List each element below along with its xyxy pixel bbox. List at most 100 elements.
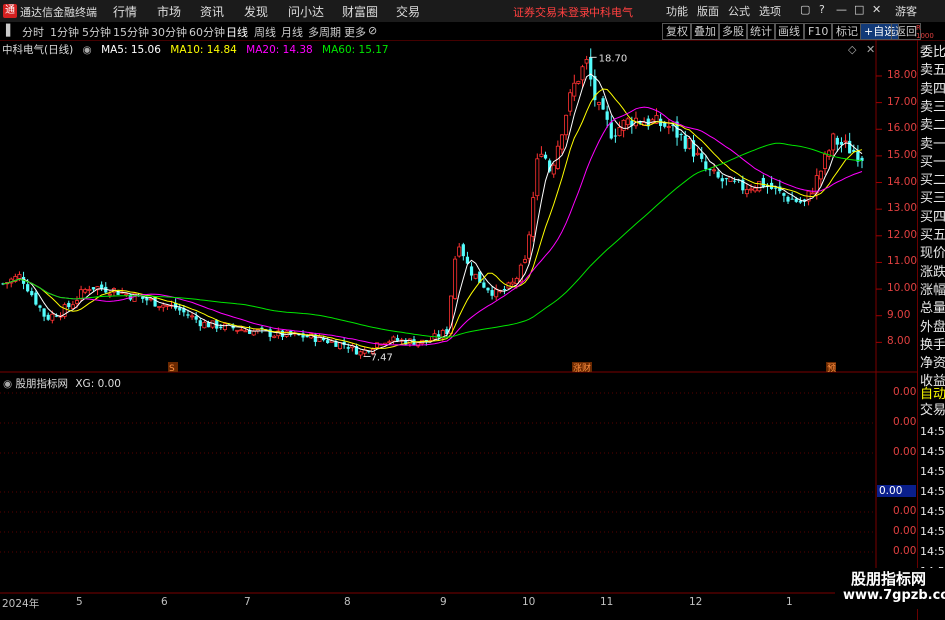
tab-30min[interactable]: 30分钟: [151, 24, 187, 40]
candle-body: [219, 326, 223, 329]
candle-body: [848, 140, 852, 154]
tab-5min[interactable]: 5分钟: [82, 24, 111, 40]
candle-body: [568, 92, 573, 112]
tab-fenshi[interactable]: 分时: [22, 24, 44, 40]
kline-chart[interactable]: 18.70 7.47 S 涨财 预: [0, 40, 917, 610]
side-time: 14:56: [920, 425, 945, 438]
side-label: 卖一: [920, 136, 945, 152]
y-tick-label: 17.00: [887, 95, 918, 108]
indicator-tick: 0.00: [893, 525, 917, 537]
more-dropdown-icon[interactable]: ⊘: [368, 24, 377, 37]
side-time: 14:56: [920, 545, 945, 558]
candle-body: [666, 126, 671, 128]
candle-body: [490, 290, 494, 296]
draw-line-button[interactable]: 画线: [774, 23, 804, 40]
menu-shichang[interactable]: 市场: [157, 3, 181, 20]
candle-body: [510, 281, 515, 285]
side-time: 14:56: [920, 445, 945, 458]
tab-multi-period[interactable]: 多周期: [308, 24, 341, 40]
tab-more[interactable]: 更多: [344, 24, 366, 40]
candle-body: [835, 137, 839, 145]
y-tick-label: 15.00: [887, 148, 918, 161]
candle-body: [551, 164, 556, 175]
y-tick-label: 11.00: [887, 255, 918, 268]
auto-trade-label-2[interactable]: 交易: [920, 403, 945, 419]
f10-button[interactable]: F10: [804, 23, 833, 40]
indicator-tick: 0.00: [893, 416, 917, 428]
x-tick-label: 12: [689, 596, 703, 608]
fuquan-button[interactable]: 复权: [662, 23, 692, 40]
candle-body: [178, 307, 182, 311]
y-tick-label: 12.00: [887, 228, 918, 241]
minimize-icon[interactable]: —: [836, 3, 847, 16]
tab-monthly[interactable]: 月线: [281, 24, 303, 40]
candle-body: [453, 258, 458, 299]
menu-hangqing[interactable]: 行情: [113, 3, 137, 20]
candle-body: [157, 306, 162, 308]
side-label: 换手: [920, 337, 945, 353]
menu-wenxiaoda[interactable]: 问小达: [288, 3, 324, 20]
candle-body: [395, 338, 400, 341]
candle-body: [148, 298, 153, 301]
low-label: 7.47: [371, 352, 393, 363]
candle-body: [753, 187, 758, 192]
help-icon[interactable]: ?: [819, 3, 825, 16]
candle-body: [572, 82, 577, 97]
menu-jiaoyi[interactable]: 交易: [396, 3, 420, 20]
x-tick-label: 10: [522, 596, 536, 608]
candle-body: [539, 153, 544, 157]
auto-trade-label[interactable]: 自动: [920, 387, 945, 403]
tab-weekly[interactable]: 周线: [254, 24, 276, 40]
candle-body: [482, 282, 486, 288]
candle-body: [798, 200, 802, 203]
menu-zixun[interactable]: 资讯: [200, 3, 224, 20]
candle-body: [124, 293, 129, 296]
tab-15min[interactable]: 15分钟: [113, 24, 149, 40]
candle-body: [786, 196, 790, 202]
x-tick-label: 6: [161, 596, 168, 608]
candle-body: [613, 135, 617, 137]
menu-gongshi[interactable]: 公式: [728, 3, 750, 19]
marker-yu: 预: [827, 363, 836, 374]
candle-body: [617, 127, 622, 137]
tab-60min[interactable]: 60分钟: [189, 24, 225, 40]
candle-body: [346, 347, 350, 349]
candle-body: [34, 292, 38, 305]
period-menu-icon[interactable]: ▌: [6, 24, 14, 37]
side-label: 买一: [920, 154, 945, 170]
watermark-url: www.7gpzb.com: [843, 588, 945, 603]
side-label: 委比: [920, 45, 945, 60]
menu-bar: 通 通达信金融终端 行情 市场 资讯 发现 问小达 财富圈 交易 证券交易未登录…: [0, 0, 945, 23]
multi-stock-button[interactable]: 多股: [718, 23, 748, 40]
x-tick-label: 9: [440, 596, 447, 608]
candle-body: [605, 111, 609, 120]
indicator-toggle-icon[interactable]: ◉: [3, 378, 12, 390]
ma10-line: [2, 88, 863, 350]
candle-body: [818, 170, 823, 180]
candle-body: [522, 259, 527, 263]
menu-xuanxiang[interactable]: 选项: [759, 3, 781, 19]
tab-daily[interactable]: 日线: [226, 24, 248, 40]
menu-caifuquan[interactable]: 财富圈: [342, 3, 378, 20]
candle-body: [461, 244, 465, 257]
stats-button[interactable]: 统计: [746, 23, 776, 40]
login-guest[interactable]: 游客: [895, 3, 917, 19]
menu-faxian[interactable]: 发现: [244, 3, 268, 20]
side-label: 卖三: [920, 99, 945, 115]
candle-body: [720, 178, 724, 182]
maximize-icon[interactable]: □: [854, 3, 864, 16]
menu-gongneng[interactable]: 功能: [666, 3, 688, 19]
indicator-tick: 0.00: [893, 446, 917, 458]
overlay-button[interactable]: 叠加: [690, 23, 720, 40]
mark-button[interactable]: 标记: [832, 23, 862, 40]
trade-login-notice[interactable]: 证券交易未登录: [513, 4, 590, 20]
candle-body: [535, 158, 540, 197]
close-icon[interactable]: ✕: [872, 3, 881, 16]
candle-body: [732, 180, 737, 182]
candle-body: [305, 335, 309, 338]
tab-1min[interactable]: 1分钟: [50, 24, 79, 40]
candle-body: [589, 57, 593, 80]
theme-icon[interactable]: ▢: [800, 3, 810, 16]
menu-banmian[interactable]: 版面: [697, 3, 719, 19]
candle-body: [625, 118, 630, 126]
